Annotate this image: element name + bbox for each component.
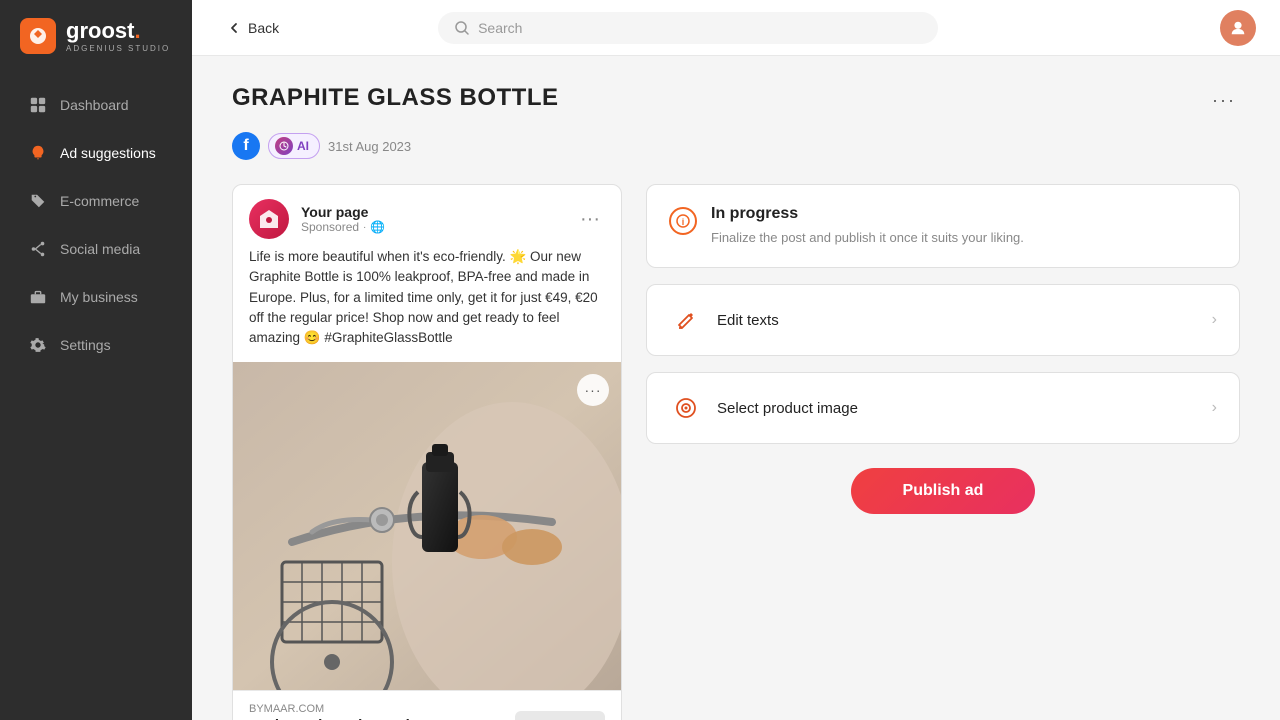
ad-body-text: Life is more beautiful when it's eco-fri…: [233, 247, 621, 362]
select-image-chevron-icon: ›: [1212, 399, 1217, 417]
two-col-layout: Your page Sponsored · 🌐 ··· Life is more…: [232, 184, 1240, 720]
main-area: Back GRAPHITE GLASS BOTTLE ··· f: [192, 0, 1280, 720]
edit-texts-card[interactable]: Edit texts ›: [646, 284, 1240, 356]
ad-options-button[interactable]: ···: [575, 204, 605, 234]
grid-icon: [28, 95, 48, 115]
more-options-button[interactable]: ···: [1208, 84, 1240, 116]
date-text: 31st Aug 2023: [328, 139, 411, 154]
avatar-icon: [1229, 19, 1247, 37]
sponsored-label: Sponsored: [301, 220, 359, 234]
select-image-card[interactable]: Select product image ›: [646, 372, 1240, 444]
sidebar-item-my-business[interactable]: My business: [8, 274, 184, 320]
ad-image-svg: [233, 362, 621, 690]
sidebar: groost. ADGENIUS STUDIO Dashboard Ad sug…: [0, 0, 192, 720]
ad-page-header: Your page Sponsored · 🌐 ···: [233, 185, 621, 247]
publish-btn-container: Publish ad: [646, 468, 1240, 514]
back-label: Back: [248, 20, 279, 36]
user-avatar[interactable]: [1220, 10, 1256, 46]
status-info: In progress Finalize the post and publis…: [711, 205, 1024, 247]
ad-domain: BYMAAR.COM: [249, 703, 490, 715]
sidebar-item-ad-suggestions-label: Ad suggestions: [60, 145, 156, 161]
status-icon: i: [669, 207, 697, 235]
ai-badge-label: AI: [297, 139, 309, 153]
status-description: Finalize the post and publish it once it…: [711, 229, 1024, 247]
sponsored-row: Sponsored · 🌐: [301, 220, 563, 234]
right-panel: i In progress Finalize the post and publ…: [646, 184, 1240, 720]
sidebar-item-settings-label: Settings: [60, 337, 111, 353]
sidebar-item-social-media-label: Social media: [60, 241, 140, 257]
logo-icon: [20, 18, 56, 54]
select-image-label: Select product image: [717, 400, 1212, 417]
search-input[interactable]: [478, 20, 922, 36]
briefcase-icon: [28, 287, 48, 307]
ad-image-options-button[interactable]: ···: [577, 374, 609, 406]
badges-row: f AI 31st Aug 2023: [232, 132, 1240, 160]
ai-badge: AI: [268, 133, 320, 159]
sidebar-item-social-media[interactable]: Social media: [8, 226, 184, 272]
edit-texts-chevron-icon: ›: [1212, 311, 1217, 329]
page-avatar: [249, 199, 289, 239]
search-icon: [454, 20, 470, 36]
logo: groost. ADGENIUS STUDIO: [0, 0, 192, 72]
ad-preview-card: Your page Sponsored · 🌐 ··· Life is more…: [232, 184, 622, 720]
sidebar-item-settings[interactable]: Settings: [8, 322, 184, 368]
ad-footer: BYMAAR.COM Feel Good, Look Good. BPA-Fre…: [233, 690, 621, 720]
search-bar: [438, 12, 938, 44]
sidebar-item-ecommerce[interactable]: E-commerce: [8, 178, 184, 224]
back-arrow-icon: [226, 20, 242, 36]
globe-icon: 🌐: [370, 220, 385, 234]
facebook-badge: f: [232, 132, 260, 160]
sidebar-item-ad-suggestions[interactable]: Ad suggestions: [8, 130, 184, 176]
sidebar-item-dashboard-label: Dashboard: [60, 97, 129, 113]
ai-badge-icon: [275, 137, 293, 155]
lightbulb-icon: [28, 143, 48, 163]
page-title: GRAPHITE GLASS BOTTLE: [232, 84, 559, 112]
status-title: In progress: [711, 205, 1024, 223]
nav-list: Dashboard Ad suggestions E-commerce Soci…: [0, 72, 192, 720]
tag-icon: [28, 191, 48, 211]
gear-icon: [28, 335, 48, 355]
logo-sub: ADGENIUS STUDIO: [66, 44, 170, 53]
svg-text:i: i: [682, 217, 685, 227]
page-title-row: GRAPHITE GLASS BOTTLE ···: [232, 84, 1240, 116]
edit-texts-label: Edit texts: [717, 312, 1212, 329]
publish-ad-button[interactable]: Publish ad: [851, 468, 1036, 514]
edit-texts-icon: [669, 303, 703, 337]
page-name: Your page: [301, 204, 563, 220]
page-header-bar: Back: [192, 0, 1280, 56]
sidebar-item-ecommerce-label: E-commerce: [60, 193, 139, 209]
back-button[interactable]: Back: [216, 14, 289, 42]
page-content: GRAPHITE GLASS BOTTLE ··· f AI 31st Aug …: [192, 56, 1280, 720]
page-info: Your page Sponsored · 🌐: [301, 204, 563, 234]
sidebar-item-dashboard[interactable]: Dashboard: [8, 82, 184, 128]
status-card: i In progress Finalize the post and publ…: [646, 184, 1240, 268]
share-icon: [28, 239, 48, 259]
ad-image: ···: [233, 362, 621, 690]
sidebar-item-my-business-label: My business: [60, 289, 138, 305]
ad-footer-info: BYMAAR.COM Feel Good, Look Good. BPA-Fre…: [249, 703, 490, 720]
select-image-icon: [669, 391, 703, 425]
logo-name: groost.: [66, 20, 170, 42]
shop-now-button[interactable]: Shop now: [515, 711, 605, 720]
